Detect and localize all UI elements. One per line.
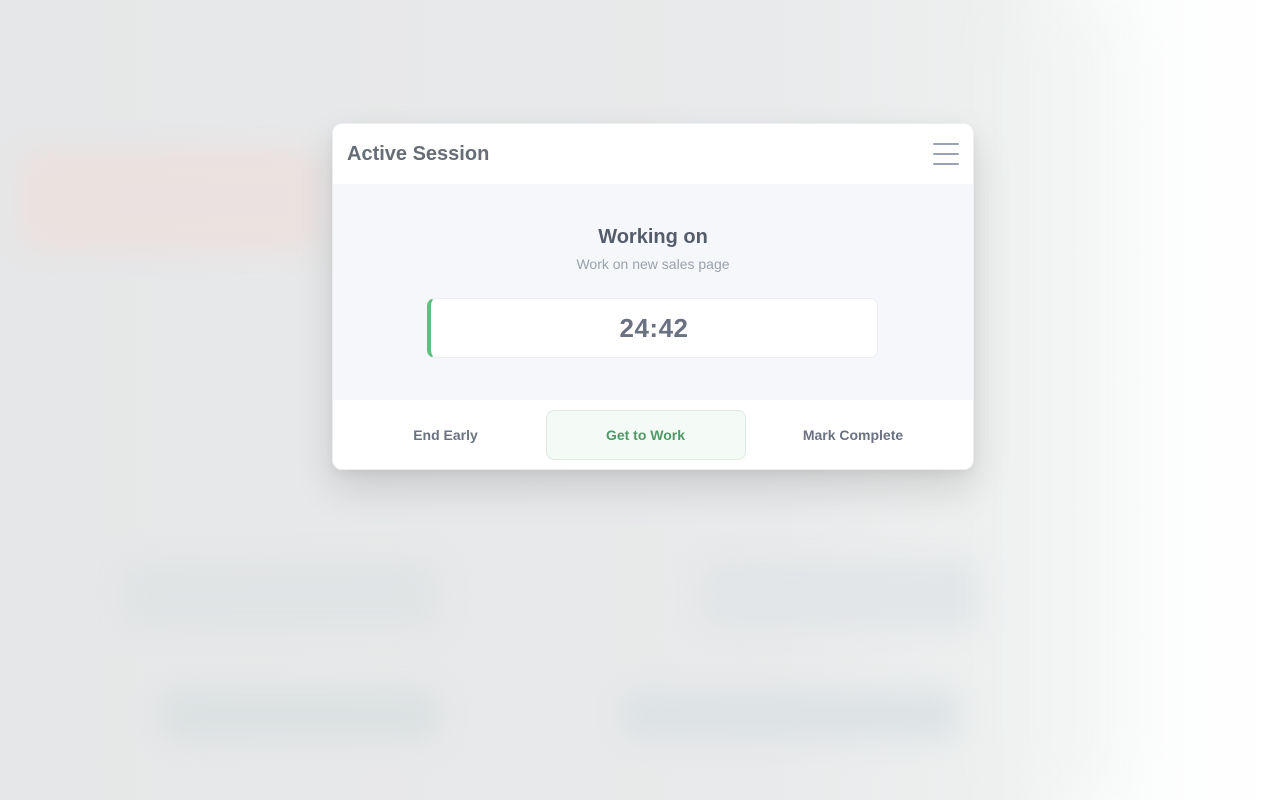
background-blur-shape xyxy=(120,560,440,630)
modal-header: Active Session xyxy=(333,124,973,184)
active-session-modal: Active Session Working on Work on new sa… xyxy=(332,123,974,470)
modal-footer: End Early Get to Work Mark Complete xyxy=(333,400,973,469)
background-blur-shape xyxy=(20,150,320,250)
hamburger-menu-icon[interactable] xyxy=(933,143,959,165)
menu-bar xyxy=(933,143,959,145)
menu-bar xyxy=(933,163,959,165)
mark-complete-button[interactable]: Mark Complete xyxy=(753,426,953,444)
task-name: Work on new sales page xyxy=(576,256,730,272)
background-blur-shape xyxy=(620,690,960,740)
session-body: Working on Work on new sales page 24:42 xyxy=(333,184,973,400)
working-on-heading: Working on xyxy=(598,226,708,248)
background-blur-shape xyxy=(160,690,440,740)
background-blur-shape xyxy=(700,560,980,630)
timer-display: 24:42 xyxy=(427,298,878,358)
timer-value: 24:42 xyxy=(619,312,689,343)
get-to-work-button[interactable]: Get to Work xyxy=(545,409,746,460)
menu-bar xyxy=(933,153,959,155)
modal-title: Active Session xyxy=(347,142,490,165)
end-early-button[interactable]: End Early xyxy=(353,426,538,444)
background-blur-shape xyxy=(1000,0,1120,800)
